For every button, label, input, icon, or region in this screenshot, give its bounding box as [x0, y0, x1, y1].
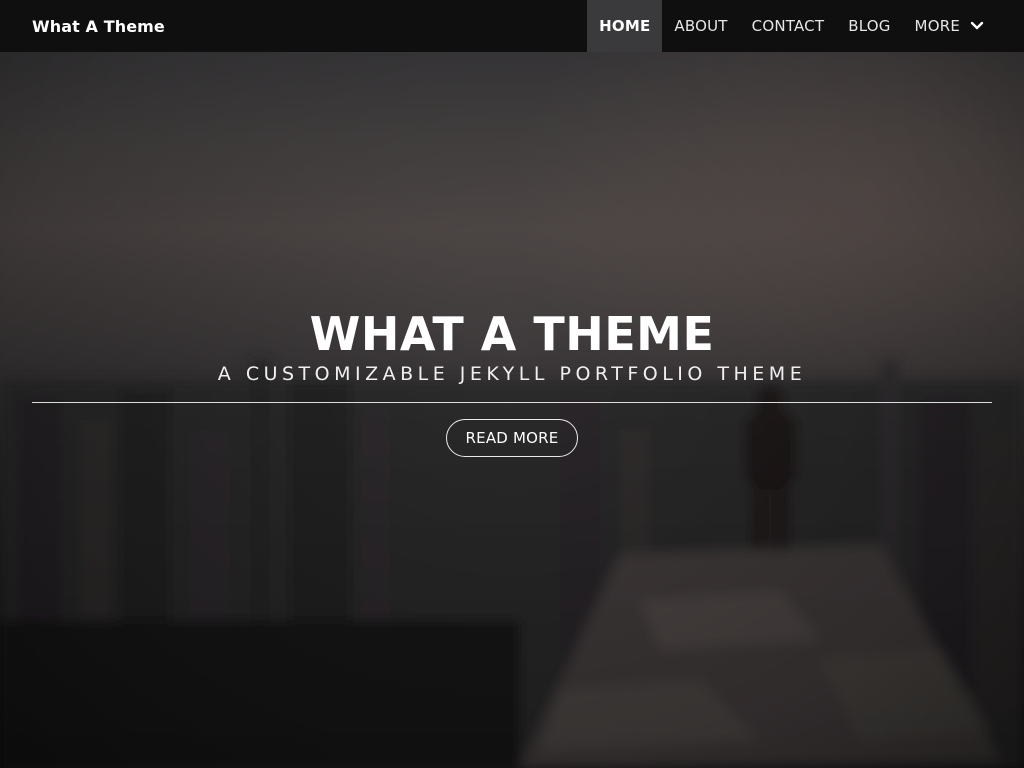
nav-link-contact[interactable]: CONTACT [740, 0, 837, 52]
hero-subtitle: A CUSTOMIZABLE JEKYLL PORTFOLIO THEME [217, 363, 807, 385]
hero-divider [32, 402, 992, 403]
navbar: What A Theme HOME ABOUT CONTACT BLOG MOR… [0, 0, 1024, 52]
hero-title: WHAT A THEME [309, 307, 715, 361]
page: What A Theme HOME ABOUT CONTACT BLOG MOR… [0, 0, 1024, 768]
read-more-button[interactable]: READ MORE [445, 419, 579, 457]
hero-content: WHAT A THEME A CUSTOMIZABLE JEKYLL PORTF… [32, 306, 992, 457]
nav-link-more-label: MORE [914, 17, 960, 35]
nav-link-blog[interactable]: BLOG [836, 0, 902, 52]
nav-link-home[interactable]: HOME [587, 0, 663, 52]
nav-links: HOME ABOUT CONTACT BLOG MORE [587, 0, 996, 52]
chevron-down-icon [970, 21, 984, 31]
nav-link-about[interactable]: ABOUT [662, 0, 739, 52]
brand-link[interactable]: What A Theme [32, 17, 165, 36]
nav-link-more[interactable]: MORE [903, 0, 996, 52]
